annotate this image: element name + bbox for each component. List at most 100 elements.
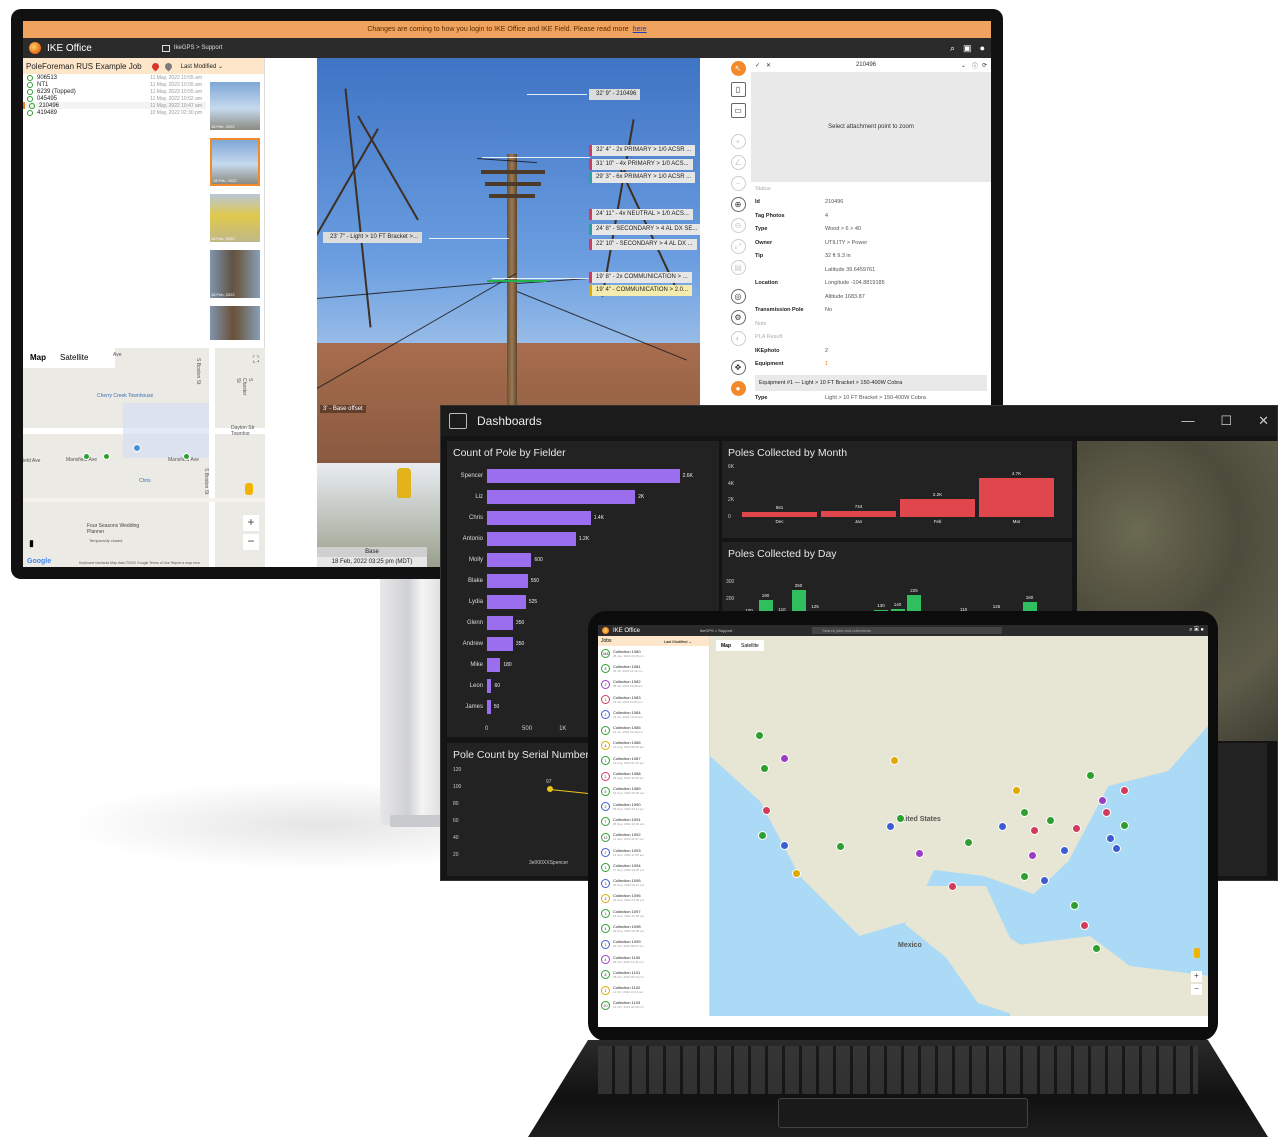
attribute-value[interactable]: 4 [825, 213, 828, 219]
collection-marker[interactable] [890, 756, 899, 765]
collection-marker[interactable] [1080, 921, 1089, 930]
pole-marker[interactable] [83, 453, 90, 460]
collection-list-item[interactable]: 2 Collection 1082 08 Jul, 2022 09:48 am [598, 677, 709, 692]
record-icon[interactable]: ● [730, 381, 746, 396]
collection-list-item[interactable]: 2 Collection 1090 05 Sep, 2022 04:11 pm [598, 799, 709, 814]
attribute-value[interactable]: Latitude 39.6459761 [825, 267, 875, 273]
collection-marker[interactable] [792, 869, 801, 878]
collection-marker[interactable] [780, 754, 789, 763]
collection-marker[interactable] [1098, 796, 1107, 805]
close-icon[interactable]: ✕ [766, 62, 771, 69]
zoom-out-button[interactable]: − [1191, 984, 1202, 995]
photo-thumbnail[interactable] [210, 306, 260, 340]
pole-list-item[interactable]: 419489 10 May, 2022 02:30 pm [23, 109, 206, 116]
fit-icon[interactable]: ⤢ [730, 239, 746, 254]
tab-map[interactable]: Map [23, 348, 53, 368]
collection-marker[interactable] [998, 822, 1007, 831]
collection-list-item[interactable]: 2 Collection 1096 23 Sep, 2022 01:36 pm [598, 891, 709, 906]
callout-attachment[interactable]: 24' 8" - SECONDARY > 4 AL DX SE... [589, 224, 700, 235]
height-tool-icon[interactable]: ▯ [730, 82, 746, 97]
photo-thumbnail[interactable]: 18 Feb, 2022 [210, 194, 260, 242]
callout-light[interactable]: 23' 7" - Light > 10 FT Bracket >... [323, 232, 422, 243]
layers-tool-icon[interactable]: ▤ [730, 260, 746, 275]
attribute-value[interactable]: No [825, 307, 832, 313]
pole-list-item[interactable]: 6239 (Topped) 11 May, 2022 10:55 am [23, 88, 206, 95]
collection-marker[interactable] [762, 806, 771, 815]
breadcrumb[interactable]: IkeGPS > Support [700, 628, 732, 633]
minus-icon[interactable]: − [730, 176, 746, 191]
check-icon[interactable]: ✓ [755, 62, 760, 69]
collection-list-item[interactable]: 1 Collection 1097 26 Sep, 2022 10:48 am [598, 906, 709, 921]
attribute-value[interactable]: Altitude 1683.87 [825, 294, 865, 300]
collection-marker[interactable] [964, 838, 973, 847]
zoom-out-icon[interactable]: ⊖ [730, 218, 746, 233]
callout-attachment[interactable]: 22' 10" - SECONDARY > 4 AL DX ... [589, 239, 697, 250]
chevron-down-icon[interactable]: ⌄ [961, 62, 966, 69]
job-name[interactable]: PoleForeman RUS Example Job [26, 62, 142, 71]
collection-marker[interactable] [1120, 786, 1129, 795]
zoom-in-button[interactable]: + [1191, 971, 1202, 982]
collection-marker[interactable] [886, 822, 895, 831]
tab-map[interactable]: Map [716, 640, 736, 651]
tablet-map[interactable]: Map Satellite United States Mexico + − [710, 636, 1208, 1016]
attribute-value[interactable]: 2 [825, 348, 828, 354]
pole-list-item[interactable]: 906513 11 May, 2022 10:55 am [23, 74, 206, 81]
pole-marker[interactable] [103, 453, 110, 460]
bar[interactable] [742, 512, 817, 517]
maximize-icon[interactable]: ☐ [1220, 413, 1232, 429]
attribute-value[interactable]: 1 [825, 361, 828, 367]
sort-dropdown[interactable]: Last Modified ⌄ [181, 63, 223, 70]
collection-marker[interactable] [1012, 786, 1021, 795]
bar[interactable] [487, 616, 513, 630]
photo-thumbnail-selected[interactable]: 18 Feb, 2022 [210, 138, 260, 186]
collection-marker[interactable] [1112, 844, 1121, 853]
collection-list-item[interactable]: 4 Collection 1100 05 Oct, 2022 12:41 pm [598, 952, 709, 967]
collection-list-item[interactable]: 8 Collection 1101 08 Oct, 2022 03:33 pm [598, 967, 709, 982]
callout-attachment-selected[interactable]: 19' 4" - COMMUNICATION > 2.0... [589, 285, 693, 296]
pole-marker[interactable] [183, 453, 190, 460]
location-marker[interactable] [133, 444, 141, 452]
fullscreen-icon[interactable]: ⛶ [253, 354, 259, 365]
collection-marker[interactable] [1020, 872, 1029, 881]
collection-marker[interactable] [1070, 901, 1079, 910]
collection-list-item[interactable]: 5 Collection 1081 03 Jul, 2022 11:14 pm [598, 661, 709, 676]
bar[interactable] [487, 532, 576, 546]
bar[interactable] [487, 679, 492, 693]
pointer-tool-icon[interactable]: ↖ [730, 61, 746, 76]
collection-list-item[interactable]: 2 Collection 1088 26 Aug, 2022 11:09 am [598, 768, 709, 783]
grey-pin-icon[interactable] [163, 61, 174, 71]
zoom-out-button[interactable]: − [243, 534, 259, 550]
collection-list-item[interactable]: 2 Collection 1093 14 Sep, 2022 11:55 am [598, 845, 709, 860]
red-pin-icon[interactable] [150, 61, 161, 71]
callout-attachment[interactable]: 29' 3" - 6x PRIMARY > 1/0 ACSR ... [589, 172, 696, 183]
collection-marker[interactable] [1086, 771, 1095, 780]
bar[interactable] [900, 498, 975, 517]
settings-icon[interactable]: ⚙ [730, 310, 746, 325]
collection-list-item[interactable]: 4 Collection 1085 21 Jul, 2022 02:18 pm [598, 722, 709, 737]
location-map[interactable]: Map Satellite Ave Cherry Creek Townhouse… [23, 348, 265, 567]
bar[interactable] [487, 574, 528, 588]
collection-marker[interactable] [1072, 824, 1081, 833]
sync-icon[interactable]: ⟳ [982, 62, 987, 69]
bar[interactable] [821, 510, 896, 517]
collection-marker[interactable] [1060, 846, 1069, 855]
collection-list-item[interactable]: 348 Collection 1080 28 Jan, 2022 03:15 pm [598, 646, 709, 661]
collection-list-item[interactable]: 7 Collection 1091 08 Sep, 2022 10:02 am [598, 814, 709, 829]
collection-list-item[interactable]: 2 Collection 1094 17 Sep, 2022 03:20 pm [598, 860, 709, 875]
collection-list-item[interactable]: 1 Collection 1087 19 Aug, 2022 01:22 pm [598, 753, 709, 768]
collection-marker[interactable] [780, 841, 789, 850]
pegman-icon[interactable] [245, 483, 253, 495]
minimize-icon[interactable]: — [1181, 413, 1194, 429]
tab-satellite[interactable]: Satellite [53, 348, 95, 368]
collection-list-item[interactable]: 4 Collection 1086 15 Aug, 2022 08:40 am [598, 738, 709, 753]
collection-marker[interactable] [1046, 816, 1055, 825]
collection-marker[interactable] [1092, 944, 1101, 953]
angle-icon[interactable]: ∠ [730, 155, 746, 170]
collection-marker[interactable] [1028, 851, 1037, 860]
photo-thumbnail[interactable]: 18 Feb, 2022 [210, 250, 260, 298]
collection-list-item[interactable]: 10 Collection 1103 14 Oct, 2022 02:08 pm [598, 998, 709, 1013]
bar[interactable] [487, 700, 491, 714]
bar[interactable] [487, 595, 526, 609]
collection-marker[interactable] [948, 882, 957, 891]
collection-list-item[interactable]: 4 Collection 1098 29 Sep, 2022 04:05 pm [598, 921, 709, 936]
